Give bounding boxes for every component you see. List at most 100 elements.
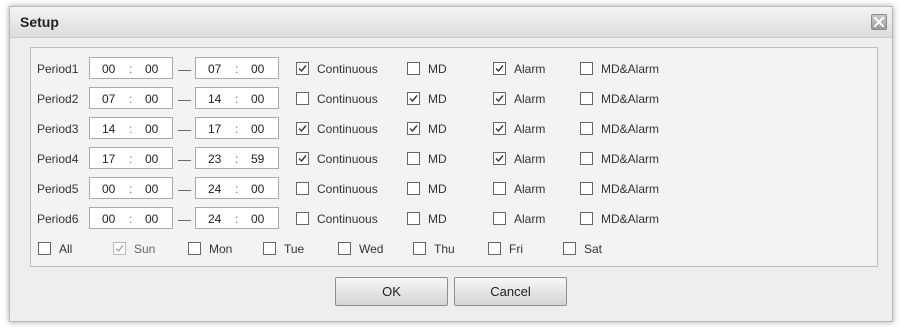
- md-alarm-checkbox[interactable]: [580, 122, 593, 135]
- checkmark-icon: [495, 65, 504, 73]
- continuous-checkbox[interactable]: [296, 92, 309, 105]
- start-time-input[interactable]: 00:00: [89, 57, 173, 79]
- continuous-checkbox[interactable]: [296, 212, 309, 225]
- alarm-label: Alarm: [514, 152, 546, 166]
- close-button[interactable]: [871, 14, 887, 30]
- minute-field[interactable]: 00: [251, 182, 264, 196]
- md-alarm-checkbox[interactable]: [580, 212, 593, 225]
- continuous-checkbox[interactable]: [296, 122, 309, 135]
- minute-field[interactable]: 00: [251, 92, 264, 106]
- hour-field[interactable]: 07: [102, 92, 115, 106]
- md-label: MD: [428, 92, 447, 106]
- continuous-checkbox[interactable]: [296, 182, 309, 195]
- end-time-input[interactable]: 24:00: [195, 207, 279, 229]
- md-checkbox[interactable]: [407, 182, 420, 195]
- md-alarm-label: MD&Alarm: [601, 212, 660, 226]
- start-time-input[interactable]: 14:00: [89, 117, 173, 139]
- md-alarm-label: MD&Alarm: [601, 62, 660, 76]
- end-time-input[interactable]: 24:00: [195, 177, 279, 199]
- alarm-label: Alarm: [514, 92, 546, 106]
- day-sun-checkbox[interactable]: [113, 242, 126, 255]
- day-tue-checkbox[interactable]: [263, 242, 276, 255]
- period-label: Period4: [37, 152, 79, 166]
- period-row: Period5 00:00—24:00 Continuous MD Alarm MD&Al…: [31, 174, 877, 204]
- hour-field[interactable]: 17: [102, 152, 115, 166]
- alarm-checkbox[interactable]: [493, 122, 506, 135]
- schedule-panel: Period1 00:00—07:00 Continuous MD Alarm MD&Al…: [30, 47, 878, 267]
- alarm-checkbox[interactable]: [493, 152, 506, 165]
- alarm-checkbox[interactable]: [493, 62, 506, 75]
- continuous-checkbox[interactable]: [296, 62, 309, 75]
- start-time-input[interactable]: 00:00: [89, 207, 173, 229]
- period-separator: —: [178, 212, 191, 227]
- minute-field[interactable]: 00: [251, 62, 264, 76]
- setup-dialog: Setup Period1 00:00—07:00 Continuous MD Alar…: [9, 6, 893, 322]
- md-alarm-checkbox[interactable]: [580, 152, 593, 165]
- md-alarm-checkbox[interactable]: [580, 62, 593, 75]
- hour-field[interactable]: 00: [102, 182, 115, 196]
- continuous-checkbox[interactable]: [296, 152, 309, 165]
- minute-field[interactable]: 59: [251, 152, 264, 166]
- hour-field[interactable]: 14: [208, 92, 221, 106]
- period-row: Period4 17:00—23:59 Continuous MD Alarm MD&Al…: [31, 144, 877, 174]
- md-checkbox[interactable]: [407, 62, 420, 75]
- minute-field[interactable]: 00: [251, 212, 264, 226]
- minute-field[interactable]: 00: [145, 92, 158, 106]
- time-separator: :: [235, 62, 239, 76]
- alarm-checkbox[interactable]: [493, 182, 506, 195]
- end-time-input[interactable]: 14:00: [195, 87, 279, 109]
- period-separator: —: [178, 152, 191, 167]
- start-time-input[interactable]: 17:00: [89, 147, 173, 169]
- md-alarm-label: MD&Alarm: [601, 182, 660, 196]
- hour-field[interactable]: 14: [102, 122, 115, 136]
- period-separator: —: [178, 182, 191, 197]
- hour-field[interactable]: 23: [208, 152, 221, 166]
- md-checkbox[interactable]: [407, 152, 420, 165]
- time-separator: :: [129, 182, 133, 196]
- end-time-input[interactable]: 07:00: [195, 57, 279, 79]
- day-thu-checkbox[interactable]: [413, 242, 426, 255]
- minute-field[interactable]: 00: [145, 122, 158, 136]
- minute-field[interactable]: 00: [145, 182, 158, 196]
- continuous-label: Continuous: [317, 152, 378, 166]
- end-time-input[interactable]: 17:00: [195, 117, 279, 139]
- dialog-titlebar: Setup: [10, 7, 892, 38]
- hour-field[interactable]: 00: [102, 62, 115, 76]
- md-alarm-checkbox[interactable]: [580, 92, 593, 105]
- day-all-checkbox[interactable]: [38, 242, 51, 255]
- cancel-button[interactable]: Cancel: [454, 277, 567, 306]
- start-time-input[interactable]: 07:00: [89, 87, 173, 109]
- minute-field[interactable]: 00: [251, 122, 264, 136]
- time-separator: :: [235, 182, 239, 196]
- day-fri-checkbox[interactable]: [488, 242, 501, 255]
- ok-button[interactable]: OK: [335, 277, 448, 306]
- checkmark-icon: [495, 125, 504, 133]
- alarm-label: Alarm: [514, 182, 546, 196]
- md-checkbox[interactable]: [407, 122, 420, 135]
- day-tue-label: Tue: [284, 242, 305, 256]
- period-label: Period2: [37, 92, 79, 106]
- minute-field[interactable]: 00: [145, 212, 158, 226]
- day-fri-label: Fri: [509, 242, 523, 256]
- checkmark-icon: [115, 245, 124, 253]
- hour-field[interactable]: 00: [102, 212, 115, 226]
- hour-field[interactable]: 17: [208, 122, 221, 136]
- md-checkbox[interactable]: [407, 212, 420, 225]
- start-time-input[interactable]: 00:00: [89, 177, 173, 199]
- day-wed-checkbox[interactable]: [338, 242, 351, 255]
- md-checkbox[interactable]: [407, 92, 420, 105]
- alarm-checkbox[interactable]: [493, 212, 506, 225]
- end-time-input[interactable]: 23:59: [195, 147, 279, 169]
- checkmark-icon: [409, 125, 418, 133]
- hour-field[interactable]: 24: [208, 182, 221, 196]
- md-alarm-checkbox[interactable]: [580, 182, 593, 195]
- hour-field[interactable]: 24: [208, 212, 221, 226]
- minute-field[interactable]: 00: [145, 62, 158, 76]
- hour-field[interactable]: 07: [208, 62, 221, 76]
- day-sat-checkbox[interactable]: [563, 242, 576, 255]
- alarm-checkbox[interactable]: [493, 92, 506, 105]
- continuous-label: Continuous: [317, 212, 378, 226]
- day-mon-checkbox[interactable]: [188, 242, 201, 255]
- time-separator: :: [235, 152, 239, 166]
- minute-field[interactable]: 00: [145, 152, 158, 166]
